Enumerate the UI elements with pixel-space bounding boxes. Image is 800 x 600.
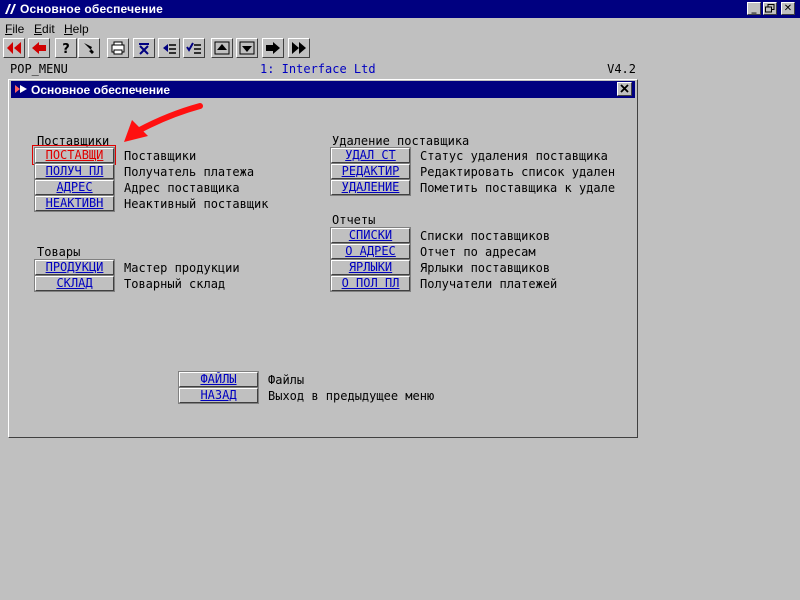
lists-button[interactable]: СПИСКИ	[330, 227, 411, 244]
labels-desc: Ярлыки поставщиков	[420, 261, 551, 275]
move-up-icon	[214, 41, 230, 55]
company-label: 1: Interface Ltd	[260, 62, 376, 76]
pointer-button[interactable]	[78, 38, 100, 58]
address-report-button[interactable]: О АДРЕС	[330, 243, 411, 260]
menu-file-rest: ile	[12, 22, 25, 36]
edit-deletion-desc: Редактировать список удален	[420, 165, 616, 179]
payees-report-desc: Получатели платежей	[420, 277, 558, 291]
reports-heading: Отчеты	[332, 213, 376, 227]
files-desc: Файлы	[268, 373, 305, 387]
pointer-icon	[84, 43, 94, 54]
products-button[interactable]: ПРОДУКЦИ	[34, 259, 115, 276]
warehouse-desc: Товарный склад	[124, 277, 226, 291]
delete-button[interactable]	[133, 38, 155, 58]
insert-button[interactable]	[158, 38, 180, 58]
window-menu-icon	[15, 85, 27, 93]
labels-button[interactable]: ЯРЛЫКИ	[330, 259, 411, 276]
right-descriptions: Статус удаления поставщика Редактировать…	[420, 0, 636, 600]
address-desc: Адрес поставщика	[124, 181, 240, 195]
checklist-button[interactable]	[183, 38, 205, 58]
back-desc: Выход в предыдущее меню	[268, 389, 435, 403]
move-down-icon	[239, 41, 255, 55]
menu-edit[interactable]: Edit	[34, 22, 55, 36]
checklist-icon	[186, 42, 201, 54]
goods-heading: Товары	[37, 245, 81, 259]
back-button[interactable]: НАЗАД	[178, 387, 259, 404]
prev-record-button[interactable]	[28, 38, 50, 58]
menu-help-rest: elp	[72, 22, 89, 36]
left-arrow-icon	[32, 42, 46, 54]
payee-desc: Получатель платежа	[124, 165, 255, 179]
warehouse-button[interactable]: СКЛАД	[34, 275, 115, 292]
title-bar: Основное обеспечение _ ✕	[0, 0, 800, 18]
menu-file[interactable]: File	[5, 22, 24, 36]
insert-icon	[163, 44, 176, 54]
mark-delete-desc: Пометить поставщика к удале	[420, 181, 616, 195]
last-record-button[interactable]	[288, 38, 310, 58]
minimize-icon: _	[751, 3, 757, 14]
move-up-button[interactable]	[211, 38, 233, 58]
double-left-arrow-icon	[7, 42, 21, 54]
menu-help[interactable]: Help	[64, 22, 89, 36]
app-icon	[5, 4, 16, 14]
close-icon: ✕	[783, 3, 793, 14]
menu-bar: File Edit Help	[0, 19, 800, 37]
inactive-button[interactable]: НЕАКТИВН	[34, 195, 115, 212]
printer-icon	[111, 41, 125, 55]
payee-button[interactable]: ПОЛУЧ ПЛ	[34, 163, 115, 180]
files-button[interactable]: ФАЙЛЫ	[178, 371, 259, 388]
inactive-desc: Неактивный поставщик	[124, 197, 269, 211]
delete-icon	[139, 43, 149, 55]
first-record-button[interactable]	[3, 38, 25, 58]
lists-desc: Списки поставщиков	[420, 229, 551, 243]
suppliers-button[interactable]: ПОСТАВЩИ	[34, 147, 115, 164]
suppliers-desc: Поставщики	[124, 149, 197, 163]
restore-button[interactable]	[763, 2, 777, 15]
red-arrow-annotation	[124, 103, 203, 142]
delete-status-desc: Статус удаления поставщика	[420, 149, 608, 163]
close-button[interactable]: ✕	[781, 2, 795, 15]
menu-edit-rest: dit	[42, 22, 55, 36]
svg-text:?: ?	[62, 42, 70, 55]
mark-delete-button[interactable]: УДАЛЕНИЕ	[330, 179, 411, 196]
double-right-arrow-icon	[292, 42, 306, 54]
address-report-desc: Отчет по адресам	[420, 245, 536, 259]
move-down-button[interactable]	[236, 38, 258, 58]
help-button[interactable]: ?	[55, 38, 77, 58]
next-record-button[interactable]	[262, 38, 284, 58]
products-desc: Мастер продукции	[124, 261, 240, 275]
address-button[interactable]: АДРЕС	[34, 179, 115, 196]
payees-report-button[interactable]: О ПОЛ ПЛ	[330, 275, 411, 292]
question-icon: ?	[62, 42, 70, 55]
restore-icon	[765, 4, 775, 13]
menu-id: POP_MENU	[10, 62, 68, 76]
delete-status-button[interactable]: УДАЛ СТ	[330, 147, 411, 164]
toolbar: ?	[0, 38, 800, 60]
minimize-button[interactable]: _	[747, 2, 761, 15]
window-title: Основное обеспечение	[20, 2, 164, 16]
print-button[interactable]	[107, 38, 129, 58]
edit-deletion-button[interactable]: РЕДАКТИР	[330, 163, 411, 180]
inner-window-title: Основное обеспечение	[31, 83, 171, 97]
right-arrow-icon	[266, 42, 280, 54]
